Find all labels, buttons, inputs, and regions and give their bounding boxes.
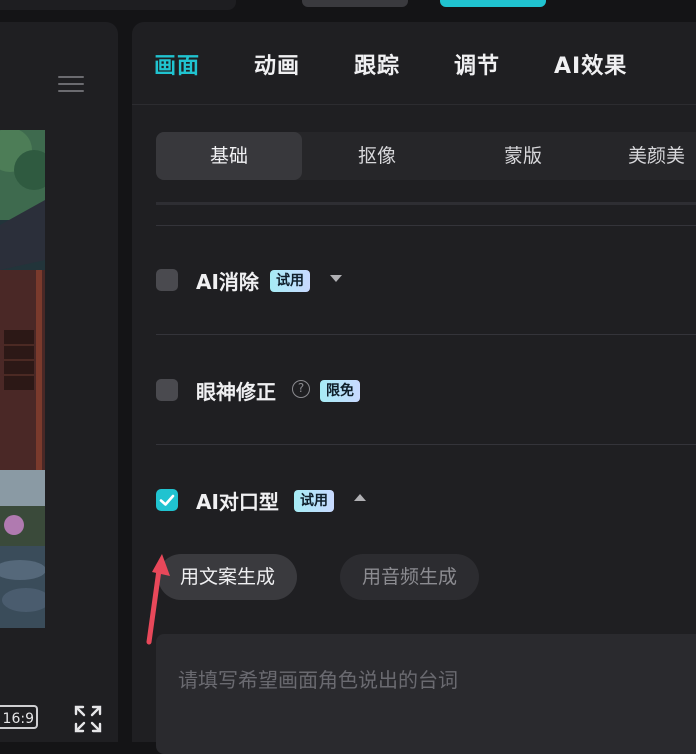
subtab-basic[interactable]: 基础	[156, 132, 302, 180]
subtab-cutout[interactable]: 抠像	[304, 132, 450, 180]
help-icon[interactable]: ?	[292, 380, 310, 398]
tab-adjust[interactable]: 调节	[454, 48, 500, 80]
menu-icon[interactable]	[58, 74, 84, 94]
ai-lipsync-checkbox[interactable]	[156, 489, 178, 511]
top-bar	[0, 0, 696, 14]
chevron-up-icon[interactable]	[354, 494, 366, 501]
top-bar-segment	[0, 0, 236, 10]
ai-erase-checkbox[interactable]	[156, 269, 178, 291]
tab-ai-effects[interactable]: AI效果	[554, 48, 627, 80]
section-divider	[156, 225, 696, 226]
ai-lipsync-label: AI对口型	[196, 490, 279, 514]
preview-panel: 16:9	[0, 22, 118, 742]
section-divider	[156, 334, 696, 335]
tab-picture[interactable]: 画面	[154, 48, 200, 80]
annotation-arrow-icon	[146, 554, 170, 645]
chevron-down-icon[interactable]	[330, 275, 342, 282]
tab-animation[interactable]: 动画	[254, 48, 300, 80]
top-bar-button[interactable]	[302, 0, 408, 7]
check-icon	[159, 494, 175, 506]
subtab-beauty[interactable]: 美颜美	[628, 132, 696, 180]
main-tabs: 画面 动画 跟踪 调节 AI效果	[132, 22, 696, 105]
section-divider	[156, 202, 696, 205]
script-input-placeholder: 请填写希望画面角色说出的台词	[178, 668, 458, 692]
generate-from-audio-button[interactable]: 用音频生成	[340, 554, 480, 600]
ai-lipsync-row: AI对口型 试用	[156, 484, 456, 518]
eye-correction-row: 眼神修正 ? 限免	[156, 374, 456, 408]
trial-badge: 试用	[270, 270, 310, 292]
aspect-ratio-button[interactable]: 16:9	[0, 705, 38, 729]
top-bar-export-button[interactable]	[440, 0, 546, 7]
sub-tabs: 基础 抠像 蒙版 美颜美	[156, 132, 696, 180]
tab-tracking[interactable]: 跟踪	[354, 48, 400, 80]
preview-image	[0, 130, 45, 628]
video-preview[interactable]	[0, 130, 45, 628]
subtab-mask[interactable]: 蒙版	[450, 132, 596, 180]
script-input[interactable]: 请填写希望画面角色说出的台词	[156, 634, 696, 754]
eye-correction-label: 眼神修正	[196, 380, 276, 404]
fullscreen-icon[interactable]	[74, 705, 102, 733]
eye-correction-checkbox[interactable]	[156, 379, 178, 401]
ai-erase-row: AI消除 试用	[156, 264, 456, 298]
trial-badge: 试用	[294, 490, 334, 512]
properties-panel: 画面 动画 跟踪 调节 AI效果 基础 抠像 蒙版 美颜美 AI消除 试用 眼神…	[132, 22, 696, 754]
section-divider	[156, 444, 696, 445]
free-badge: 限免	[320, 380, 360, 402]
ai-erase-label: AI消除	[196, 270, 259, 294]
